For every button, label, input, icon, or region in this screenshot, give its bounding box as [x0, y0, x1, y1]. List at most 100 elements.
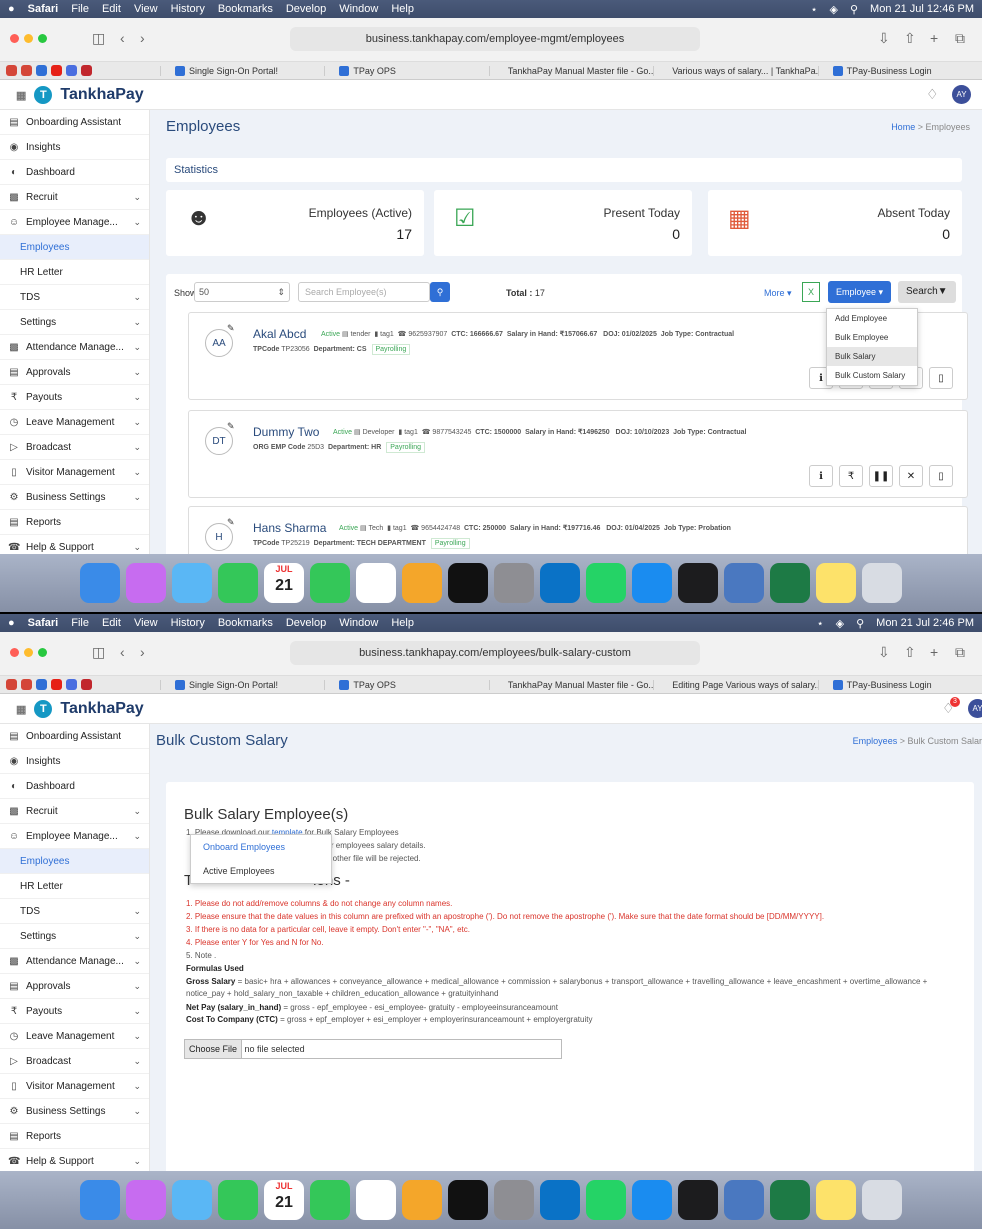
menu-file[interactable]: File	[71, 3, 89, 15]
more-menu[interactable]: More ▾	[764, 288, 792, 299]
trash-icon[interactable]	[862, 1180, 902, 1220]
back-icon[interactable]: ‹	[120, 30, 125, 46]
menu-bookmarks[interactable]: Bookmarks	[218, 617, 273, 629]
sidebar-item-hr-letter[interactable]: HR Letter	[0, 260, 149, 285]
sidebar-item-insights[interactable]: ◉ Insights	[0, 135, 149, 160]
window-controls[interactable]	[10, 648, 47, 657]
tab-overview-icon[interactable]: ⧉	[955, 644, 965, 661]
sidebar-item-leave[interactable]: ◷ Leave Management ⌄	[0, 410, 149, 435]
sidebar-item-settings[interactable]: Settings ⌄	[0, 310, 149, 335]
site-icon[interactable]	[36, 65, 47, 76]
close-window-icon[interactable]	[10, 648, 19, 657]
brand-logo[interactable]: ▦ T TankhaPay	[16, 86, 144, 104]
sidebar-item-approvals[interactable]: ▤ Approvals ⌄	[0, 974, 149, 999]
apple-tv-icon[interactable]	[448, 563, 488, 603]
system-settings-icon[interactable]	[494, 563, 534, 603]
preview-icon[interactable]	[724, 563, 764, 603]
excel-export-icon[interactable]: X	[802, 282, 820, 302]
employee-actions-button[interactable]: Employee ▾	[828, 281, 892, 303]
search-button[interactable]: ⚲	[430, 282, 450, 302]
tab-sso[interactable]: Single Sign-On Portal!	[160, 65, 324, 76]
sidebar-item-insights[interactable]: ◉ Insights	[0, 749, 149, 774]
address-bar[interactable]: business.tankhapay.com/employees/bulk-sa…	[290, 641, 700, 665]
sidebar-item-dashboard[interactable]: ◐ Dashboard	[0, 160, 149, 185]
search-icon[interactable]: ⚲	[850, 3, 858, 16]
whatsapp-icon[interactable]	[586, 1180, 626, 1220]
site-icon-3[interactable]	[81, 679, 92, 690]
sidebar-item-attendance[interactable]: ▩ Attendance Manage... ⌄	[0, 335, 149, 360]
forward-icon[interactable]: ›	[140, 30, 145, 46]
downloads-icon[interactable]: ⇩	[878, 30, 890, 47]
menu-safari[interactable]: Safari	[28, 617, 59, 629]
sidebar-item-employees[interactable]: Employees	[0, 849, 149, 874]
tab-overview-icon[interactable]: ⧉	[955, 30, 965, 47]
menu-edit[interactable]: Edit	[102, 617, 121, 629]
menu-edit[interactable]: Edit	[102, 3, 121, 15]
bluetooth-icon[interactable]: ⋆	[811, 3, 818, 16]
gmail-icon[interactable]	[6, 65, 17, 76]
menubar-clock[interactable]: Mon 21 Jul 12:46 PM	[870, 3, 974, 16]
menu-view[interactable]: View	[134, 617, 158, 629]
calendar-app-icon[interactable]: JUL 21	[264, 563, 304, 603]
sidebar-item-business-settings[interactable]: ⚙ Business Settings ⌄	[0, 1099, 149, 1124]
site-icon-2[interactable]	[66, 65, 77, 76]
sidebar-item-recruit[interactable]: ▩ Recruit ⌄	[0, 799, 149, 824]
sidebar-item-visitor[interactable]: ▯ Visitor Management ⌄	[0, 460, 149, 485]
system-settings-icon[interactable]	[494, 1180, 534, 1220]
sidebar-item-tds[interactable]: TDS ⌄	[0, 285, 149, 310]
new-tab-icon[interactable]: +	[930, 30, 938, 46]
mobile-icon[interactable]: ▯	[929, 465, 953, 487]
gmail-icon[interactable]	[6, 679, 17, 690]
iphone-mirroring-icon[interactable]	[678, 563, 718, 603]
sidebar-item-payouts[interactable]: ₹ Payouts ⌄	[0, 999, 149, 1024]
forward-icon[interactable]: ›	[140, 644, 145, 660]
file-upload-input[interactable]: Choose File no file selected	[184, 1039, 562, 1059]
search-employee-input[interactable]: Search Employee(s)	[298, 282, 430, 302]
tab-various[interactable]: Various ways of salary... | TankhaPa...	[653, 65, 818, 76]
sidebar-item-attendance[interactable]: ▩ Attendance Manage... ⌄	[0, 949, 149, 974]
menu-safari[interactable]: Safari	[28, 3, 59, 15]
sidebar-item-payouts[interactable]: ₹ Payouts ⌄	[0, 385, 149, 410]
facetime-icon[interactable]	[218, 1180, 258, 1220]
calendar-app-icon[interactable]: JUL 21	[264, 1180, 304, 1220]
menu-help[interactable]: Help	[391, 3, 414, 15]
youtube-icon[interactable]	[51, 65, 62, 76]
address-bar[interactable]: business.tankhapay.com/employee-mgmt/emp…	[290, 27, 700, 51]
sidebar-item-broadcast[interactable]: ▷ Broadcast ⌄	[0, 435, 149, 460]
sidebar-item-employees[interactable]: Employees	[0, 235, 149, 260]
zoom-window-icon[interactable]	[38, 648, 47, 657]
reminders-icon[interactable]	[356, 1180, 396, 1220]
user-avatar[interactable]: AY	[952, 85, 971, 104]
site-icon-2[interactable]	[66, 679, 77, 690]
sidebar-item-tds[interactable]: TDS ⌄	[0, 899, 149, 924]
edit-pencil-icon[interactable]: ✎	[227, 517, 235, 528]
tab-business-login[interactable]: TPay-Business Login	[817, 65, 982, 76]
sidebar-item-recruit[interactable]: ▩ Recruit ⌄	[0, 185, 149, 210]
photos-icon[interactable]	[402, 1180, 442, 1220]
sidebar-item-hr-letter[interactable]: HR Letter	[0, 874, 149, 899]
share-icon[interactable]: ⇧	[904, 644, 916, 661]
menu-window[interactable]: Window	[339, 3, 378, 15]
tab-tpay-ops[interactable]: TPay OPS	[324, 679, 488, 690]
menu-history[interactable]: History	[171, 617, 205, 629]
breadcrumb-employees[interactable]: Employees	[853, 736, 898, 746]
photos-icon[interactable]	[402, 563, 442, 603]
sidebar-item-employee-management[interactable]: ☺ Employee Manage... ⌄	[0, 824, 149, 849]
edit-pencil-icon[interactable]: ✎	[227, 421, 235, 432]
gmail-icon-2[interactable]	[21, 679, 32, 690]
apps-grid-icon[interactable]: ▦	[16, 89, 26, 102]
apple-menu-icon[interactable]: ●	[8, 617, 15, 629]
outlook-icon[interactable]	[540, 1180, 580, 1220]
pause-icon[interactable]: ❚❚	[869, 465, 893, 487]
employee-name[interactable]: Dummy Two	[253, 425, 319, 439]
launchpad-icon[interactable]	[126, 563, 166, 603]
sidebar-item-business-settings[interactable]: ⚙ Business Settings ⌄	[0, 485, 149, 510]
wifi-icon[interactable]: ◈	[836, 617, 844, 630]
sidebar-item-onboarding[interactable]: ▤ Onboarding Assistant	[0, 110, 149, 135]
facetime-icon[interactable]	[218, 563, 258, 603]
zoom-window-icon[interactable]	[38, 34, 47, 43]
apple-menu-icon[interactable]: ●	[8, 3, 15, 15]
menu-item-bulk-custom-salary[interactable]: Bulk Custom Salary	[827, 366, 917, 385]
messages-icon[interactable]	[310, 1180, 350, 1220]
safari-icon[interactable]	[632, 1180, 672, 1220]
